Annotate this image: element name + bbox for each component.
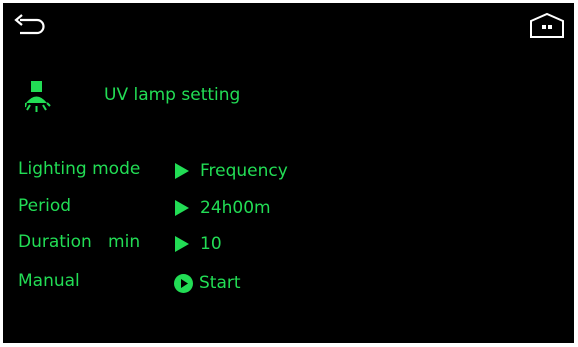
back-arrow-icon bbox=[14, 14, 45, 35]
screen: UV lamp setting Lighting mode Frequency … bbox=[3, 3, 574, 343]
lighting-mode-value: Frequency bbox=[200, 161, 288, 181]
lighting-mode-label: Lighting mode bbox=[18, 159, 141, 179]
duration-value: 10 bbox=[200, 234, 222, 254]
period-value: 24h00m bbox=[200, 198, 271, 218]
home-icon bbox=[530, 12, 564, 38]
page-title: UV lamp setting bbox=[104, 85, 241, 105]
triangle-right-icon bbox=[175, 236, 189, 252]
setting-row-period: Period 24h00m bbox=[18, 196, 438, 220]
period-label: Period bbox=[18, 196, 72, 216]
back-button[interactable] bbox=[12, 13, 46, 37]
uv-lamp-icon bbox=[25, 81, 51, 112]
home-button[interactable] bbox=[527, 11, 567, 41]
manual-start-button[interactable]: Start bbox=[174, 271, 241, 295]
duration-label: Duration min bbox=[18, 232, 141, 252]
setting-row-duration: Duration min 10 bbox=[18, 232, 438, 256]
manual-label: Manual bbox=[18, 271, 80, 291]
triangle-right-icon bbox=[175, 163, 189, 179]
play-circle-icon bbox=[174, 273, 193, 293]
triangle-right-icon bbox=[175, 200, 189, 216]
setting-row-lighting-mode: Lighting mode Frequency bbox=[18, 159, 438, 183]
manual-start-label: Start bbox=[199, 273, 241, 293]
lighting-mode-selector[interactable]: Frequency bbox=[174, 159, 288, 183]
period-selector[interactable]: 24h00m bbox=[174, 196, 271, 220]
setting-row-manual: Manual Start bbox=[18, 271, 438, 295]
duration-selector[interactable]: 10 bbox=[174, 232, 222, 256]
